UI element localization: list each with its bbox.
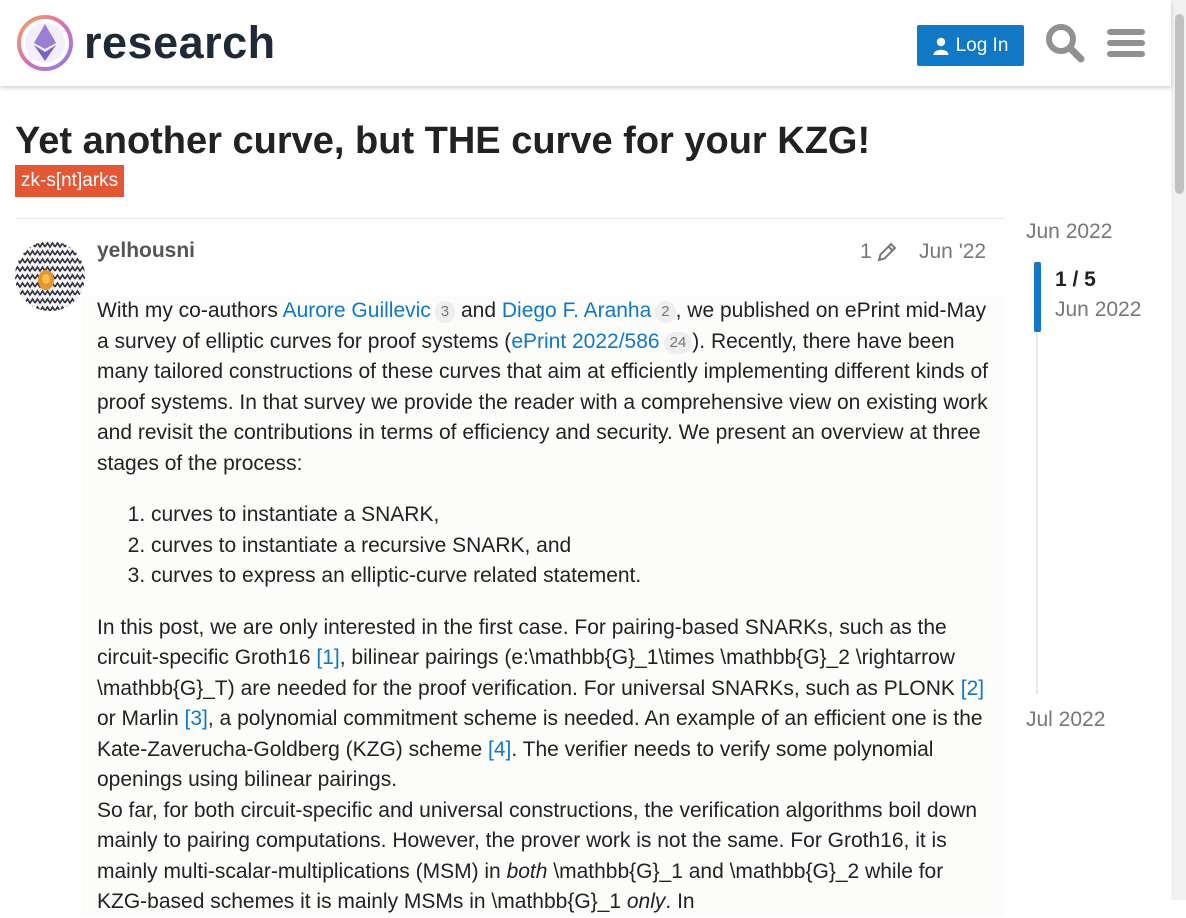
author-link-aranha[interactable]: Diego F. Aranha bbox=[502, 299, 651, 322]
timeline-scroller-handle[interactable] bbox=[1034, 262, 1041, 332]
post-paragraph-3: So far, for both circuit-specific and un… bbox=[97, 798, 978, 914]
reference-link-2[interactable]: [2] bbox=[961, 677, 984, 700]
timeline-end-date[interactable]: Jul 2022 bbox=[1026, 708, 1105, 732]
timeline-post-position: 1 / 5 bbox=[1055, 268, 1096, 291]
site-header: research Log In bbox=[0, 0, 1171, 86]
reference-link-3[interactable]: [3] bbox=[185, 707, 208, 730]
avatar[interactable] bbox=[15, 241, 85, 311]
timeline-current-date: Jun 2022 bbox=[1055, 298, 1142, 321]
research-logo-icon[interactable] bbox=[16, 14, 74, 72]
reference-link-1[interactable]: [1] bbox=[316, 646, 339, 669]
page-scrollbar[interactable] bbox=[1171, 0, 1186, 900]
title-divider bbox=[15, 218, 1004, 219]
author-link-guillevic[interactable]: Aurore Guillevic bbox=[283, 299, 431, 322]
category-badge[interactable]: zk-s[nt]arks bbox=[15, 165, 125, 197]
link-click-count: 3 bbox=[434, 301, 456, 323]
topic-title[interactable]: Yet another curve, but THE curve for you… bbox=[15, 120, 870, 163]
edit-history-button[interactable]: 1 bbox=[860, 240, 898, 264]
reference-link-4[interactable]: [4] bbox=[488, 738, 511, 761]
hamburger-menu-icon[interactable] bbox=[1106, 22, 1148, 64]
list-item: curves to instantiate a recursive SNARK,… bbox=[151, 531, 1004, 562]
post-date[interactable]: Jun '22 bbox=[919, 240, 986, 264]
emphasis-both: both bbox=[506, 859, 548, 883]
post-paragraph-2: In this post, we are only interested in … bbox=[97, 615, 985, 792]
link-click-count: 24 bbox=[663, 331, 693, 354]
eprint-link[interactable]: ePrint 2022/586 bbox=[511, 330, 659, 353]
link-click-count: 2 bbox=[655, 301, 676, 323]
edit-count: 1 bbox=[860, 240, 872, 263]
login-button[interactable]: Log In bbox=[917, 25, 1024, 66]
scrollbar-thumb[interactable] bbox=[1175, 14, 1184, 194]
pencil-icon bbox=[877, 242, 897, 262]
post-paragraph-1: With my co-authors Aurore Guillevic 3 and… bbox=[97, 299, 989, 475]
emphasis-only: only bbox=[626, 890, 666, 913]
user-icon bbox=[933, 37, 949, 55]
site-name[interactable]: research bbox=[84, 14, 276, 72]
list-item: curves to instantiate a SNARK, bbox=[151, 500, 1004, 531]
login-label: Log In bbox=[955, 34, 1009, 56]
post-body: With my co-authors Aurore Guillevic 3 and… bbox=[81, 296, 1004, 916]
search-icon[interactable] bbox=[1044, 22, 1086, 64]
post-author-username[interactable]: yelhousni bbox=[97, 239, 195, 263]
timeline-start-date[interactable]: Jun 2022 bbox=[1026, 220, 1112, 244]
list-item: curves to express an elliptic-curve rela… bbox=[151, 561, 1004, 592]
stages-list: curves to instantiate a SNARK, curves to… bbox=[97, 500, 1004, 592]
